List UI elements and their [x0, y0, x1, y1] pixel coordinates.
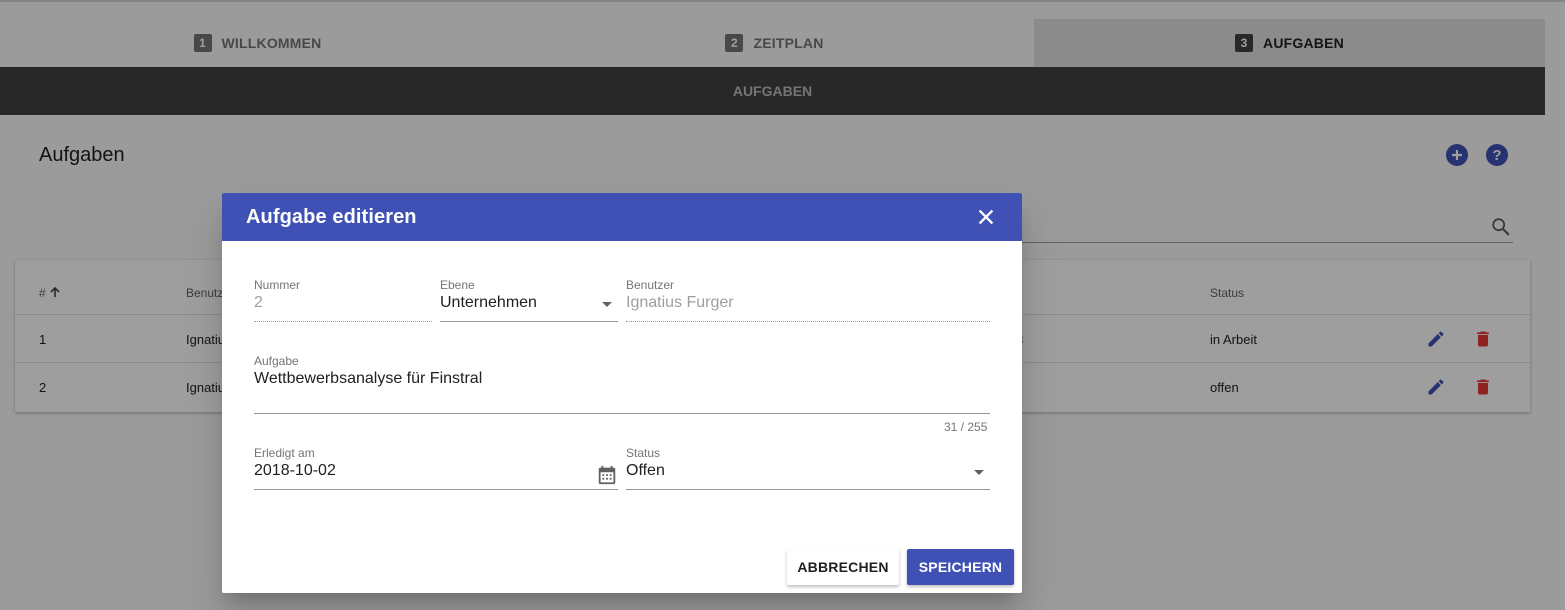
save-button[interactable]: SPEICHERN: [907, 549, 1014, 585]
aufgabe-textarea[interactable]: Aufgabe Wettbewerbsanalyse für Finstral: [254, 354, 990, 414]
nummer-label: Nummer: [254, 278, 301, 292]
field-underline: [440, 321, 618, 322]
benutzer-label: Benutzer: [626, 278, 675, 292]
erledigt-value: 2018-10-02: [254, 462, 336, 479]
field-underline: [254, 413, 990, 414]
calendar-icon[interactable]: [596, 464, 618, 486]
erledigt-label: Erledigt am: [254, 446, 315, 460]
dialog-header: Aufgabe editieren: [222, 193, 1022, 241]
aufgabe-char-counter: 31 / 255: [944, 420, 988, 434]
dropdown-caret-icon: [974, 470, 984, 475]
nummer-field: Nummer 2: [254, 278, 432, 322]
field-underline: [626, 489, 990, 490]
benutzer-value: Ignatius Furger: [626, 294, 734, 311]
ebene-select[interactable]: Ebene Unternehmen: [440, 278, 618, 322]
aufgabe-label: Aufgabe: [254, 354, 299, 368]
aufgabe-counter-wrap: 31 / 255: [944, 420, 992, 434]
close-icon[interactable]: [975, 206, 997, 228]
field-underline: [626, 321, 990, 322]
ebene-label: Ebene: [440, 278, 475, 292]
field-underline: [254, 489, 618, 490]
nummer-value: 2: [254, 294, 263, 311]
field-underline: [254, 321, 432, 322]
benutzer-field: Benutzer Ignatius Furger: [626, 278, 990, 322]
status-select[interactable]: Status Offen: [626, 446, 990, 490]
ebene-value: Unternehmen: [440, 294, 537, 311]
status-value: Offen: [626, 462, 665, 479]
aufgabe-value: Wettbewerbsanalyse für Finstral: [254, 370, 483, 387]
erledigt-date-input[interactable]: Erledigt am 2018-10-02: [254, 446, 618, 490]
dialog-title: Aufgabe editieren: [246, 206, 417, 228]
dropdown-caret-icon: [602, 302, 612, 307]
cancel-button[interactable]: ABBRECHEN: [787, 549, 899, 585]
status-label: Status: [626, 446, 661, 460]
edit-task-dialog: Aufgabe editieren Nummer 2 Ebene Unterne…: [222, 193, 1022, 593]
